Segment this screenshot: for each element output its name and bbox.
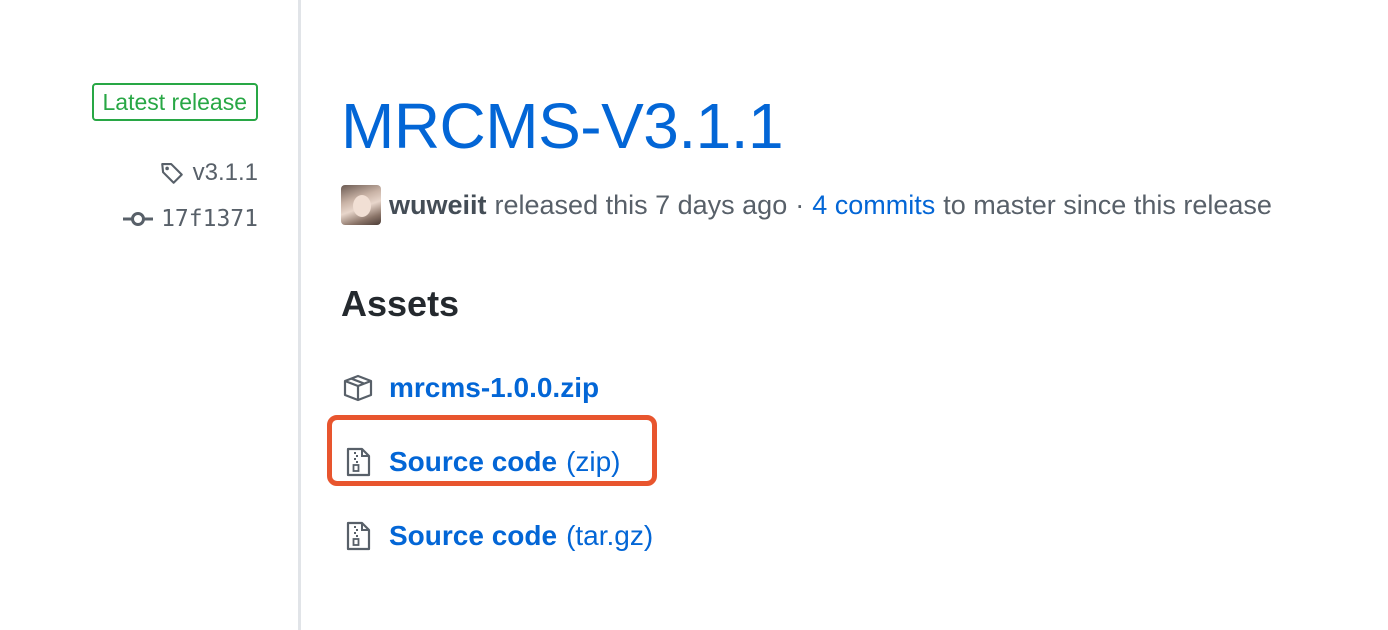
timeline-divider: [298, 0, 301, 630]
release-page: Latest release v3.1.1 17f1371 MRCMS-V3.1…: [0, 0, 1388, 630]
file-zip-icon: [341, 447, 375, 477]
asset-name[interactable]: Source code: [389, 446, 557, 478]
asset-ext[interactable]: (zip): [566, 446, 620, 478]
release-byline: wuweiit released this 7 days ago · 4 com…: [341, 185, 1272, 225]
release-tag[interactable]: v3.1.1: [159, 155, 258, 191]
asset-ext[interactable]: (tar.gz): [566, 520, 653, 552]
commits-link[interactable]: 4 commits: [812, 190, 935, 221]
released-text: released this 7 days ago: [494, 189, 788, 220]
asset-list: mrcms-1.0.0.zip Source code (zip) Source…: [341, 360, 653, 582]
file-zip-icon: [341, 521, 375, 551]
asset-name[interactable]: mrcms-1.0.0.zip: [389, 372, 599, 404]
release-main: MRCMS-V3.1.1 wuweiit released this 7 day…: [327, 0, 1388, 630]
release-commit[interactable]: 17f1371: [123, 202, 258, 236]
package-icon: [341, 373, 375, 403]
asset-name[interactable]: Source code: [389, 520, 557, 552]
release-meta: Latest release v3.1.1 17f1371: [0, 0, 298, 630]
asset-item[interactable]: Source code (zip): [341, 434, 653, 490]
release-title[interactable]: MRCMS-V3.1.1: [341, 86, 784, 166]
latest-release-badge: Latest release: [91, 83, 258, 121]
commit-icon: [123, 209, 154, 229]
asset-item[interactable]: Source code (tar.gz): [341, 508, 653, 564]
separator: ·: [795, 189, 805, 220]
assets-heading: Assets: [341, 283, 460, 324]
commits-suffix: to master since this release: [943, 189, 1272, 220]
author-link[interactable]: wuweiit: [389, 190, 487, 221]
tag-label: v3.1.1: [192, 159, 258, 186]
asset-item[interactable]: mrcms-1.0.0.zip: [341, 360, 653, 416]
avatar[interactable]: [341, 185, 381, 225]
commit-sha: 17f1371: [161, 206, 258, 232]
tag-icon: [159, 160, 185, 186]
